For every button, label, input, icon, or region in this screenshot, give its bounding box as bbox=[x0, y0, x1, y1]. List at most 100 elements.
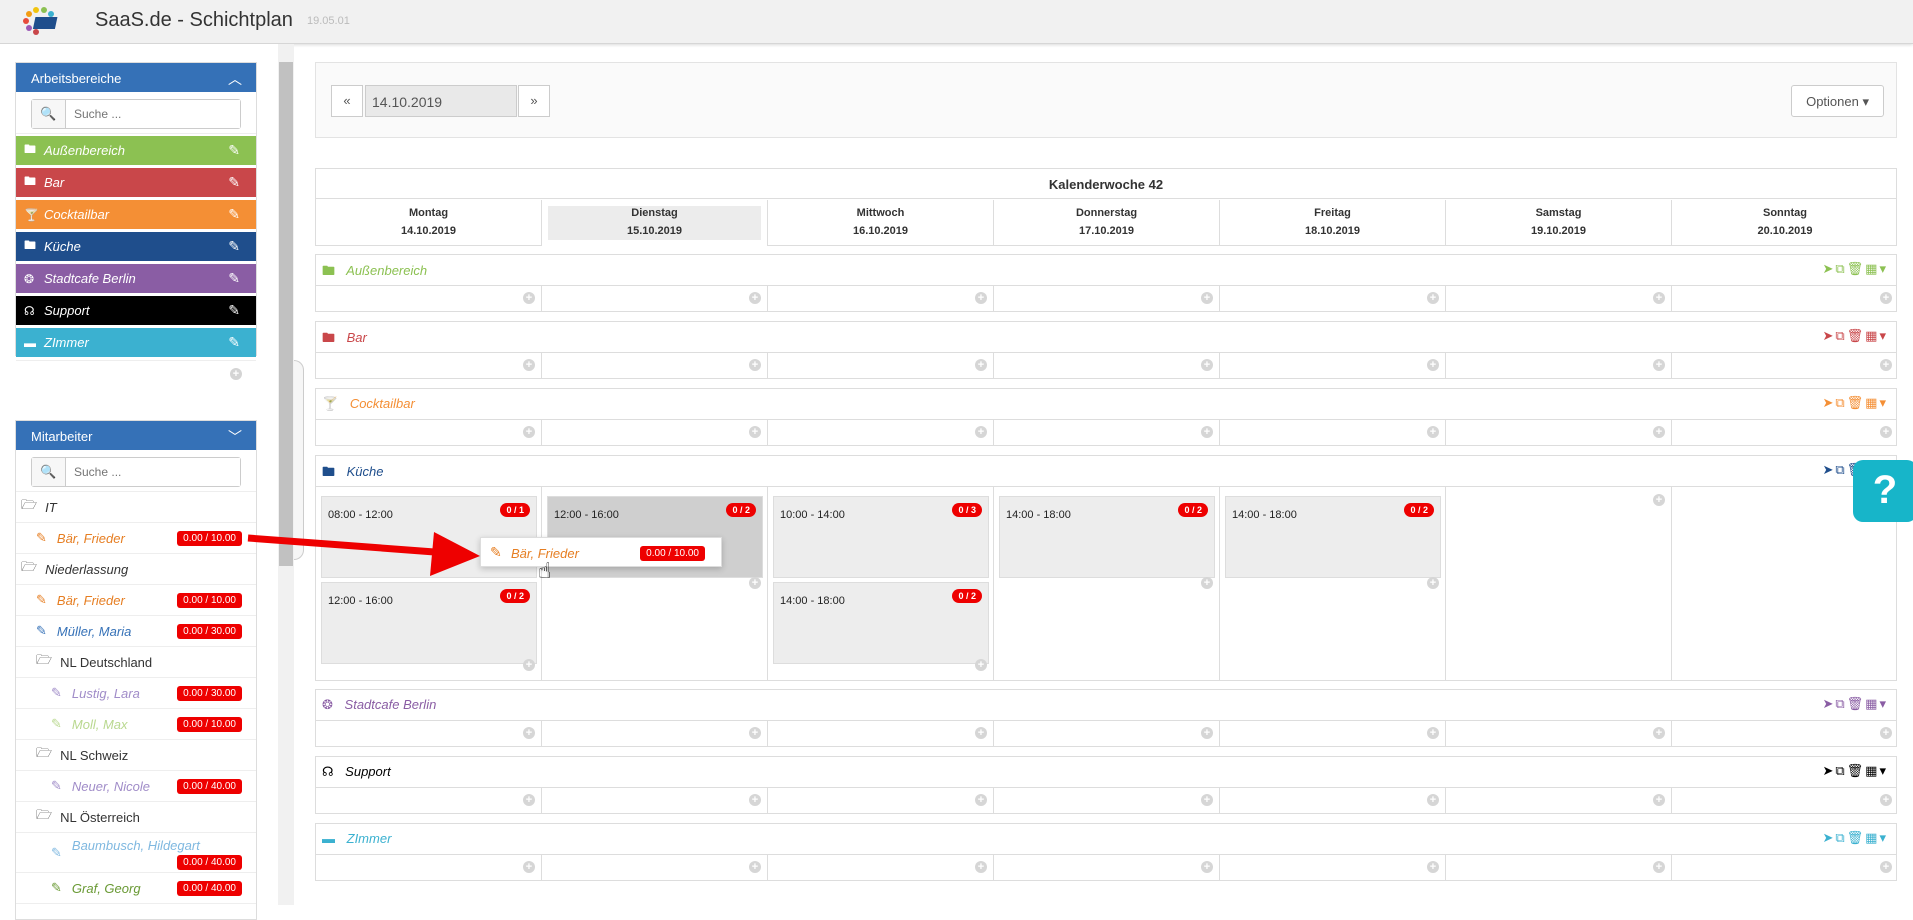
trash-icon[interactable]: 🗑 bbox=[1847, 328, 1866, 343]
caret-down-icon[interactable]: ▾ bbox=[1879, 763, 1888, 778]
calendar-icon[interactable]: ▦ bbox=[1865, 261, 1879, 276]
add-shift-icon[interactable]: + bbox=[1880, 426, 1892, 438]
staff-employee[interactable]: ✎ Moll, Max 0.00 / 10.00 bbox=[16, 709, 256, 740]
add-shift-icon[interactable]: + bbox=[1880, 794, 1892, 806]
pencil-icon[interactable]: ✎ bbox=[228, 238, 240, 255]
add-shift-icon[interactable]: + bbox=[1427, 727, 1439, 739]
calendar-icon[interactable]: ▦ bbox=[1865, 763, 1879, 778]
staff-group[interactable]: 🗁 NL Deutschland bbox=[16, 647, 256, 678]
calendar-icon[interactable]: ▦ bbox=[1865, 830, 1879, 845]
shift-card[interactable]: 12:00 - 16:00 0 / 2 bbox=[321, 582, 537, 664]
add-shift-icon[interactable]: + bbox=[749, 861, 761, 873]
add-shift-icon[interactable]: + bbox=[1653, 292, 1665, 304]
add-shift-icon[interactable]: + bbox=[523, 359, 535, 371]
add-shift-icon[interactable]: + bbox=[1201, 861, 1213, 873]
staff-employee[interactable]: ✎ Müller, Maria 0.00 / 30.00 bbox=[16, 616, 256, 647]
add-shift-icon[interactable]: + bbox=[1201, 426, 1213, 438]
add-shift-icon[interactable]: + bbox=[749, 577, 761, 589]
add-shift-icon[interactable]: + bbox=[1427, 426, 1439, 438]
shift-card[interactable]: 10:00 - 14:00 0 / 3 bbox=[773, 496, 989, 578]
options-button[interactable]: Optionen ▾ bbox=[1791, 85, 1884, 117]
add-shift-icon[interactable]: + bbox=[749, 426, 761, 438]
add-shift-icon[interactable]: + bbox=[1427, 861, 1439, 873]
send-icon[interactable]: ➤ bbox=[1822, 328, 1835, 343]
copy-icon[interactable]: ⧉ bbox=[1835, 830, 1846, 845]
dragged-employee[interactable]: ✎ Bär, Frieder 0.00 / 10.00 bbox=[480, 537, 722, 567]
add-shift-icon[interactable]: + bbox=[975, 794, 987, 806]
trash-icon[interactable]: 🗑 bbox=[1847, 696, 1866, 711]
trash-icon[interactable]: 🗑 bbox=[1847, 261, 1866, 276]
shift-card[interactable]: 14:00 - 18:00 0 / 2 bbox=[1225, 496, 1441, 578]
send-icon[interactable]: ➤ bbox=[1822, 763, 1835, 778]
app-logo[interactable] bbox=[14, 5, 68, 37]
staff-group[interactable]: 🗁 IT bbox=[16, 492, 256, 523]
staff-panel-header[interactable]: Mitarbeiter ﹀ bbox=[16, 421, 256, 450]
pencil-icon[interactable]: ✎ bbox=[228, 174, 240, 191]
add-shift-icon[interactable]: + bbox=[1880, 727, 1892, 739]
copy-icon[interactable]: ⧉ bbox=[1835, 696, 1846, 711]
staff-employee[interactable]: ✎ Neuer, Nicole 0.00 / 40.00 bbox=[16, 771, 256, 802]
send-icon[interactable]: ➤ bbox=[1822, 395, 1835, 410]
caret-down-icon[interactable]: ▾ bbox=[1879, 328, 1888, 343]
add-shift-icon[interactable]: + bbox=[523, 861, 535, 873]
pencil-icon[interactable]: ✎ bbox=[51, 845, 62, 861]
area-item[interactable]: ▬ ZImmer ✎ bbox=[16, 328, 256, 357]
add-shift-icon[interactable]: + bbox=[523, 659, 535, 671]
send-icon[interactable]: ➤ bbox=[1822, 462, 1835, 477]
staff-group[interactable]: 🗁 NL Österreich bbox=[16, 802, 256, 833]
staff-group[interactable]: 🗁 Niederlassung bbox=[16, 554, 256, 585]
trash-icon[interactable]: 🗑 bbox=[1847, 763, 1866, 778]
pencil-icon[interactable]: ✎ bbox=[51, 880, 62, 896]
add-shift-icon[interactable]: + bbox=[1427, 292, 1439, 304]
add-shift-icon[interactable]: + bbox=[523, 727, 535, 739]
add-shift-icon[interactable]: + bbox=[523, 426, 535, 438]
add-shift-icon[interactable]: + bbox=[975, 426, 987, 438]
calendar-icon[interactable]: ▦ bbox=[1865, 395, 1879, 410]
pencil-icon[interactable]: ✎ bbox=[228, 270, 240, 287]
pencil-icon[interactable]: ✎ bbox=[36, 530, 47, 546]
add-shift-icon[interactable]: + bbox=[1653, 426, 1665, 438]
add-shift-icon[interactable]: + bbox=[1201, 727, 1213, 739]
areas-search-input[interactable] bbox=[66, 100, 240, 128]
copy-icon[interactable]: ⧉ bbox=[1835, 395, 1846, 410]
trash-icon[interactable]: 🗑 bbox=[1847, 395, 1866, 410]
area-item[interactable]: ❂ Stadtcafe Berlin ✎ bbox=[16, 264, 256, 293]
pencil-icon[interactable]: ✎ bbox=[36, 592, 47, 608]
staff-employee[interactable]: ✎ Bär, Frieder 0.00 / 10.00 bbox=[16, 585, 256, 616]
caret-down-icon[interactable]: ▾ bbox=[1879, 261, 1888, 276]
add-shift-icon[interactable]: + bbox=[1880, 359, 1892, 371]
area-item[interactable]: 🖿 Außenbereich ✎ bbox=[16, 136, 256, 165]
staff-employee[interactable]: ✎ Lustig, Lara 0.00 / 30.00 bbox=[16, 678, 256, 709]
add-shift-icon[interactable]: + bbox=[523, 794, 535, 806]
pencil-icon[interactable]: ✎ bbox=[228, 142, 240, 159]
staff-employee[interactable]: ✎ Baumbusch, Hildegart 0.00 / 40.00 bbox=[16, 833, 256, 873]
add-shift-icon[interactable]: + bbox=[1880, 292, 1892, 304]
add-shift-icon[interactable]: + bbox=[975, 359, 987, 371]
pencil-icon[interactable]: ✎ bbox=[36, 623, 47, 639]
area-item[interactable]: 🖿 Bar ✎ bbox=[16, 168, 256, 197]
add-shift-icon[interactable]: + bbox=[975, 727, 987, 739]
add-area-icon[interactable]: + bbox=[230, 368, 242, 380]
chevron-down-icon[interactable]: ﹀ bbox=[228, 427, 242, 447]
add-shift-icon[interactable]: + bbox=[749, 292, 761, 304]
add-shift-icon[interactable]: + bbox=[1653, 727, 1665, 739]
add-shift-icon[interactable]: + bbox=[1201, 577, 1213, 589]
pencil-icon[interactable]: ✎ bbox=[228, 206, 240, 223]
staff-employee[interactable]: ✎ Graf, Georg 0.00 / 40.00 bbox=[16, 873, 256, 904]
add-shift-icon[interactable]: + bbox=[749, 794, 761, 806]
add-shift-icon[interactable]: + bbox=[1880, 861, 1892, 873]
staff-search-input[interactable] bbox=[66, 458, 240, 486]
sidebar-collapse-handle[interactable] bbox=[294, 360, 304, 560]
pencil-icon[interactable]: ✎ bbox=[228, 334, 240, 351]
pencil-icon[interactable]: ✎ bbox=[51, 716, 62, 732]
next-week-button[interactable]: » bbox=[518, 85, 550, 117]
prev-week-button[interactable]: « bbox=[331, 85, 363, 117]
pencil-icon[interactable]: ✎ bbox=[51, 778, 62, 794]
add-shift-icon[interactable]: + bbox=[1653, 861, 1665, 873]
send-icon[interactable]: ➤ bbox=[1822, 696, 1835, 711]
add-shift-icon[interactable]: + bbox=[1653, 794, 1665, 806]
add-shift-icon[interactable]: + bbox=[1653, 359, 1665, 371]
trash-icon[interactable]: 🗑 bbox=[1847, 830, 1866, 845]
add-shift-icon[interactable]: + bbox=[975, 861, 987, 873]
calendar-icon[interactable]: ▦ bbox=[1865, 328, 1879, 343]
